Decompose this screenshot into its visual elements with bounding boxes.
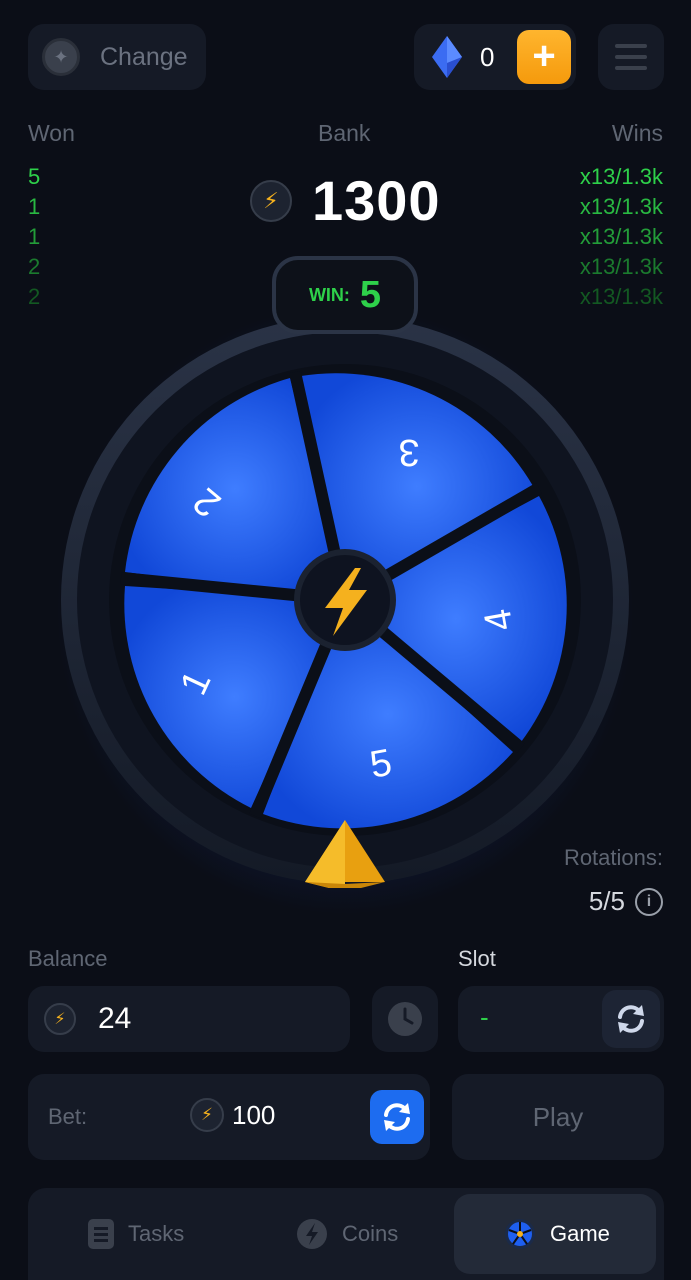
balance-field: ⚡ 24	[28, 986, 350, 1052]
list-item: 2	[28, 254, 41, 279]
gem-count: 0	[480, 42, 495, 72]
bet-refresh-button[interactable]	[370, 1090, 424, 1144]
list-item: x13/1.3k	[579, 224, 663, 249]
slot-label: Slot	[458, 946, 496, 971]
list-item: 1	[28, 224, 41, 249]
menu-icon	[615, 44, 647, 48]
bank-amount: 1300	[312, 169, 441, 232]
nav-coins-label: Coins	[342, 1221, 399, 1246]
win-value: 5	[359, 273, 382, 316]
list-item: x13/1.3k	[579, 164, 663, 189]
bet-field: Bet: ⚡ 100	[28, 1074, 430, 1160]
list-item: 5	[28, 164, 41, 189]
nav-tasks-label: Tasks	[128, 1221, 185, 1246]
wins-list: x13/1.3k x13/1.3k x13/1.3k x13/1.3k x13/…	[580, 162, 663, 312]
bolt-icon: ⚡	[44, 1003, 76, 1035]
bet-value: 100	[232, 1099, 276, 1130]
bank-header: Bank	[318, 120, 371, 146]
bolt-icon: ⚡	[190, 1098, 224, 1132]
add-gems-button[interactable]: +	[517, 30, 571, 84]
nav-coins[interactable]: Coins	[296, 1188, 398, 1280]
history-button[interactable]	[372, 986, 438, 1052]
nav-game-label: Game	[550, 1221, 610, 1246]
slot-field: -	[458, 986, 664, 1052]
segment-label-3: 3	[398, 431, 419, 473]
coin-change-icon: ✦	[42, 38, 80, 76]
game-icon	[505, 1219, 535, 1249]
info-icon[interactable]: i	[635, 887, 663, 916]
list-item: 1	[28, 194, 41, 219]
nav-tasks[interactable]: Tasks	[88, 1188, 184, 1280]
gem-icon	[432, 36, 462, 78]
change-label: Change	[100, 42, 188, 71]
tasks-icon	[88, 1219, 114, 1249]
balance-label: Balance	[28, 946, 108, 971]
play-button[interactable]: Play	[452, 1074, 664, 1160]
list-item: x13/1.3k	[579, 284, 663, 309]
win-label: WIN:	[308, 284, 350, 305]
list-item: x13/1.3k	[579, 194, 663, 219]
prize-wheel[interactable]: 1 2 3 4 5	[55, 316, 635, 892]
menu-button[interactable]	[598, 24, 664, 90]
slot-refresh-button[interactable]	[602, 990, 660, 1048]
refresh-icon	[618, 1005, 644, 1033]
bank-value: ⚡ 1300	[250, 168, 441, 233]
bolt-icon: ⚡	[250, 179, 292, 222]
list-item: 2	[28, 284, 41, 309]
nav-game[interactable]: Game	[454, 1194, 656, 1274]
rotations-value-row: 5/5 i	[589, 886, 663, 917]
refresh-icon	[384, 1103, 410, 1131]
bet-value-row: ⚡ 100	[190, 1098, 275, 1132]
list-item: x13/1.3k	[579, 254, 663, 279]
change-button[interactable]: ✦ Change	[28, 24, 206, 90]
balance-value: 24	[98, 1002, 132, 1035]
coins-icon	[297, 1219, 327, 1249]
win-indicator: WIN: 5	[272, 256, 418, 334]
bottom-nav: Tasks Coins Game	[28, 1188, 664, 1280]
wins-header: Wins	[611, 120, 663, 146]
rotations-value: 5/5	[588, 886, 625, 916]
clock-icon	[388, 1002, 422, 1036]
gem-balance: 0 +	[414, 24, 576, 90]
bet-label: Bet:	[48, 1104, 88, 1129]
slot-value: -	[480, 1002, 489, 1032]
won-header: Won	[28, 120, 75, 146]
won-list: 5 1 1 2 2	[28, 162, 40, 312]
